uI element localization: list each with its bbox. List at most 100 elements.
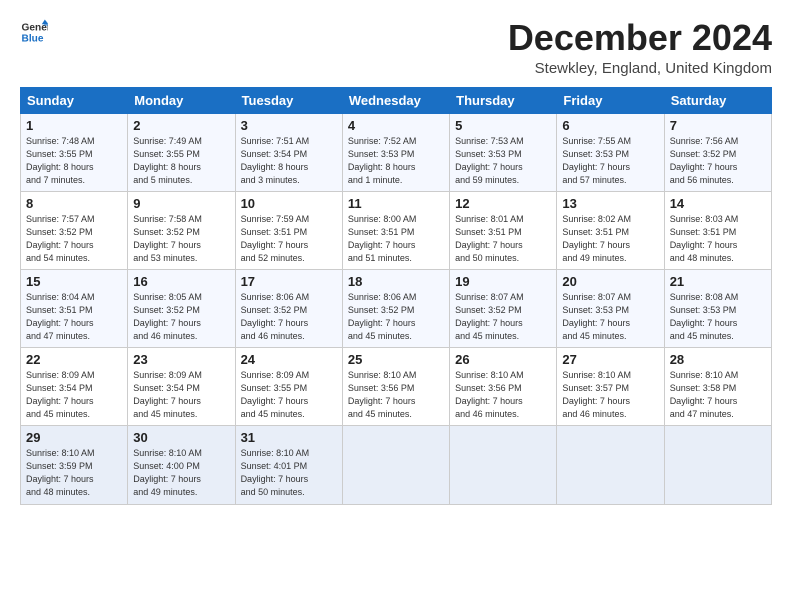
day-number: 18 [348, 274, 444, 289]
column-header-friday: Friday [557, 87, 664, 113]
column-header-wednesday: Wednesday [342, 87, 449, 113]
day-number: 7 [670, 118, 766, 133]
day-cell: 17 Sunrise: 8:06 AM Sunset: 3:52 PM Dayli… [235, 269, 342, 347]
day-cell [450, 426, 557, 504]
day-cell: 5 Sunrise: 7:53 AM Sunset: 3:53 PM Daylig… [450, 113, 557, 191]
day-number: 14 [670, 196, 766, 211]
calendar-body: 1 Sunrise: 7:48 AM Sunset: 3:55 PM Daylig… [21, 113, 772, 504]
logo: General Blue [20, 18, 48, 46]
day-info: Sunrise: 7:51 AM Sunset: 3:54 PM Dayligh… [241, 135, 337, 187]
svg-text:Blue: Blue [22, 33, 44, 44]
day-cell: 12 Sunrise: 8:01 AM Sunset: 3:51 PM Dayli… [450, 191, 557, 269]
column-header-thursday: Thursday [450, 87, 557, 113]
day-info: Sunrise: 8:05 AM Sunset: 3:52 PM Dayligh… [133, 291, 229, 343]
week-row-4: 22 Sunrise: 8:09 AM Sunset: 3:54 PM Dayli… [21, 348, 772, 426]
day-number: 8 [26, 196, 122, 211]
header: General Blue December 2024 Stewkley, Eng… [20, 18, 772, 77]
day-cell: 21Sunrise: 8:08 AM Sunset: 3:53 PM Dayli… [664, 269, 771, 347]
day-cell: 13 Sunrise: 8:02 AM Sunset: 3:51 PM Dayli… [557, 191, 664, 269]
day-info: Sunrise: 8:10 AM Sunset: 4:00 PM Dayligh… [133, 447, 229, 499]
day-cell: 16 Sunrise: 8:05 AM Sunset: 3:52 PM Dayli… [128, 269, 235, 347]
day-info: Sunrise: 8:06 AM Sunset: 3:52 PM Dayligh… [348, 291, 444, 343]
day-number: 22 [26, 352, 122, 367]
day-info: Sunrise: 8:09 AM Sunset: 3:54 PM Dayligh… [133, 369, 229, 421]
day-number: 29 [26, 430, 122, 445]
day-cell: 8 Sunrise: 7:57 AM Sunset: 3:52 PM Daylig… [21, 191, 128, 269]
day-cell: 15 Sunrise: 8:04 AM Sunset: 3:51 PM Dayli… [21, 269, 128, 347]
day-info: Sunrise: 8:10 AM Sunset: 4:01 PM Dayligh… [241, 447, 337, 499]
day-number: 1 [26, 118, 122, 133]
day-cell: 28Sunrise: 8:10 AM Sunset: 3:58 PM Dayli… [664, 348, 771, 426]
day-info: Sunrise: 8:01 AM Sunset: 3:51 PM Dayligh… [455, 213, 551, 265]
week-row-2: 8 Sunrise: 7:57 AM Sunset: 3:52 PM Daylig… [21, 191, 772, 269]
calendar-header-row: SundayMondayTuesdayWednesdayThursdayFrid… [21, 87, 772, 113]
day-number: 11 [348, 196, 444, 211]
day-info: Sunrise: 8:04 AM Sunset: 3:51 PM Dayligh… [26, 291, 122, 343]
day-info: Sunrise: 8:09 AM Sunset: 3:55 PM Dayligh… [241, 369, 337, 421]
day-number: 2 [133, 118, 229, 133]
column-header-monday: Monday [128, 87, 235, 113]
day-number: 19 [455, 274, 551, 289]
day-cell: 2 Sunrise: 7:49 AM Sunset: 3:55 PM Daylig… [128, 113, 235, 191]
day-cell: 22Sunrise: 8:09 AM Sunset: 3:54 PM Dayli… [21, 348, 128, 426]
column-header-sunday: Sunday [21, 87, 128, 113]
day-number: 13 [562, 196, 658, 211]
day-cell: 7 Sunrise: 7:56 AM Sunset: 3:52 PM Daylig… [664, 113, 771, 191]
day-info: Sunrise: 8:07 AM Sunset: 3:53 PM Dayligh… [562, 291, 658, 343]
day-number: 30 [133, 430, 229, 445]
day-cell: 9 Sunrise: 7:58 AM Sunset: 3:52 PM Daylig… [128, 191, 235, 269]
calendar-page: General Blue December 2024 Stewkley, Eng… [0, 0, 792, 515]
day-number: 9 [133, 196, 229, 211]
day-info: Sunrise: 8:10 AM Sunset: 3:59 PM Dayligh… [26, 447, 122, 499]
day-number: 23 [133, 352, 229, 367]
day-info: Sunrise: 7:57 AM Sunset: 3:52 PM Dayligh… [26, 213, 122, 265]
day-info: Sunrise: 8:10 AM Sunset: 3:56 PM Dayligh… [455, 369, 551, 421]
day-number: 15 [26, 274, 122, 289]
day-info: Sunrise: 8:02 AM Sunset: 3:51 PM Dayligh… [562, 213, 658, 265]
day-cell: 4Sunrise: 7:52 AM Sunset: 3:53 PM Daylig… [342, 113, 449, 191]
day-info: Sunrise: 7:55 AM Sunset: 3:53 PM Dayligh… [562, 135, 658, 187]
column-header-saturday: Saturday [664, 87, 771, 113]
day-number: 17 [241, 274, 337, 289]
day-cell: 10 Sunrise: 7:59 AM Sunset: 3:51 PM Dayli… [235, 191, 342, 269]
day-cell: 1 Sunrise: 7:48 AM Sunset: 3:55 PM Daylig… [21, 113, 128, 191]
day-cell: 30 Sunrise: 8:10 AM Sunset: 4:00 PM Dayli… [128, 426, 235, 504]
day-number: 5 [455, 118, 551, 133]
day-cell: 29 Sunrise: 8:10 AM Sunset: 3:59 PM Dayli… [21, 426, 128, 504]
day-number: 28 [670, 352, 766, 367]
day-info: Sunrise: 7:53 AM Sunset: 3:53 PM Dayligh… [455, 135, 551, 187]
day-info: Sunrise: 7:48 AM Sunset: 3:55 PM Dayligh… [26, 135, 122, 187]
day-cell: 27Sunrise: 8:10 AM Sunset: 3:57 PM Dayli… [557, 348, 664, 426]
day-number: 21 [670, 274, 766, 289]
day-number: 25 [348, 352, 444, 367]
day-number: 10 [241, 196, 337, 211]
calendar-table: SundayMondayTuesdayWednesdayThursdayFrid… [20, 87, 772, 505]
day-number: 12 [455, 196, 551, 211]
day-info: Sunrise: 8:00 AM Sunset: 3:51 PM Dayligh… [348, 213, 444, 265]
day-info: Sunrise: 7:49 AM Sunset: 3:55 PM Dayligh… [133, 135, 229, 187]
day-info: Sunrise: 7:58 AM Sunset: 3:52 PM Dayligh… [133, 213, 229, 265]
day-number: 31 [241, 430, 337, 445]
day-cell: 31 Sunrise: 8:10 AM Sunset: 4:01 PM Dayli… [235, 426, 342, 504]
logo-icon: General Blue [20, 18, 48, 46]
day-info: Sunrise: 8:06 AM Sunset: 3:52 PM Dayligh… [241, 291, 337, 343]
day-cell: 14 Sunrise: 8:03 AM Sunset: 3:51 PM Dayli… [664, 191, 771, 269]
location: Stewkley, England, United Kingdom [508, 60, 772, 77]
day-cell: 18 Sunrise: 8:06 AM Sunset: 3:52 PM Dayli… [342, 269, 449, 347]
day-number: 3 [241, 118, 337, 133]
day-cell [342, 426, 449, 504]
day-info: Sunrise: 7:56 AM Sunset: 3:52 PM Dayligh… [670, 135, 766, 187]
day-cell: 3 Sunrise: 7:51 AM Sunset: 3:54 PM Daylig… [235, 113, 342, 191]
day-number: 16 [133, 274, 229, 289]
day-number: 20 [562, 274, 658, 289]
day-cell [664, 426, 771, 504]
day-info: Sunrise: 7:59 AM Sunset: 3:51 PM Dayligh… [241, 213, 337, 265]
title-block: December 2024 Stewkley, England, United … [508, 18, 772, 77]
day-cell: 23 Sunrise: 8:09 AM Sunset: 3:54 PM Dayli… [128, 348, 235, 426]
day-cell [557, 426, 664, 504]
day-cell: 20 Sunrise: 8:07 AM Sunset: 3:53 PM Dayli… [557, 269, 664, 347]
month-title: December 2024 [508, 18, 772, 58]
day-info: Sunrise: 8:03 AM Sunset: 3:51 PM Dayligh… [670, 213, 766, 265]
day-number: 6 [562, 118, 658, 133]
day-number: 24 [241, 352, 337, 367]
